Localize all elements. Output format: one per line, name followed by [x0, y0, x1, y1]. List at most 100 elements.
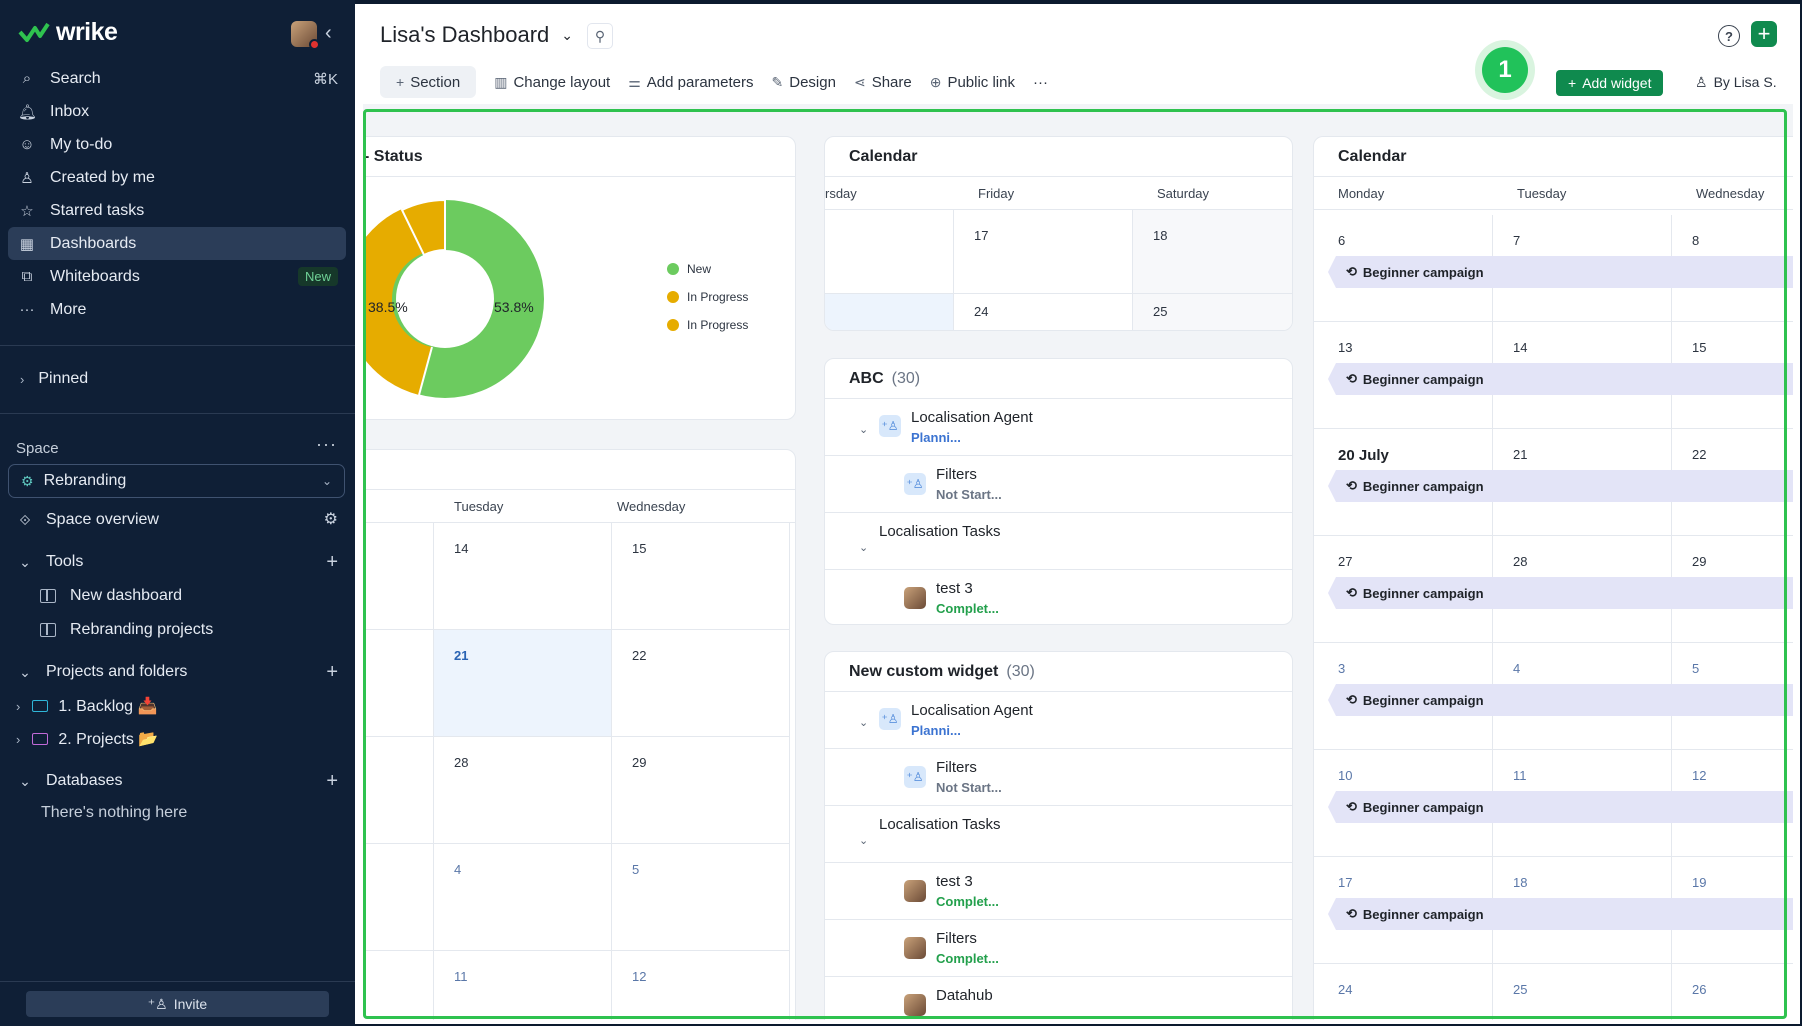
- space-options-icon[interactable]: ···: [316, 434, 337, 455]
- calendar-cell[interactable]: [363, 951, 434, 1020]
- settings-icon[interactable]: ⚙: [324, 512, 338, 528]
- task-row[interactable]: test 3 Complet...: [825, 863, 1292, 920]
- calendar-cell[interactable]: 14: [434, 523, 612, 630]
- task-name[interactable]: Filters: [936, 759, 977, 776]
- event-bar[interactable]: ⟲ Beginner campaign: [1328, 470, 1793, 502]
- nav-my-todo[interactable]: ☺ My to-do: [8, 128, 346, 161]
- event-bar[interactable]: ⟲ Beginner campaign: [1328, 791, 1793, 823]
- help-icon[interactable]: ?: [1718, 25, 1740, 47]
- event-bar[interactable]: ⟲ Beginner campaign: [1328, 256, 1793, 288]
- new-badge: New: [297, 267, 338, 286]
- task-row[interactable]: test 3 Complet...: [825, 570, 1292, 624]
- calendar-cell[interactable]: 28: [434, 737, 612, 844]
- calendar-cell[interactable]: [363, 630, 434, 737]
- nav-created-by-me[interactable]: ♙ Created by me: [8, 161, 346, 194]
- legend-item[interactable]: New: [667, 255, 748, 283]
- status-widget: - Status 38.5% 53.8% New In Progress In …: [363, 136, 796, 420]
- tool-rebranding-projects[interactable]: Rebranding projects: [40, 621, 213, 639]
- calendar-cell-today[interactable]: 21: [434, 630, 612, 737]
- calendar-cell[interactable]: 12: [612, 951, 790, 1020]
- event-bar[interactable]: ⟲ Beginner campaign: [1328, 363, 1793, 395]
- change-layout-button[interactable]: ▥ Change layout: [494, 74, 610, 91]
- task-row[interactable]: Localisation Tasks ⌄: [825, 513, 1292, 570]
- calendar-cell[interactable]: 18: [1133, 210, 1292, 294]
- calendar-cell[interactable]: 25: [1133, 294, 1292, 330]
- user-avatar[interactable]: [291, 21, 320, 50]
- task-name[interactable]: Filters: [936, 930, 977, 947]
- chevron-down-icon[interactable]: ⌄: [859, 716, 868, 729]
- calendar-cell[interactable]: [363, 737, 434, 844]
- project-projects[interactable]: › 2. Projects 📂: [16, 729, 338, 749]
- calendar-cell[interactable]: 4: [434, 844, 612, 951]
- share-button[interactable]: ⋖ Share: [854, 74, 912, 91]
- projects-section[interactable]: ⌄ Projects and folders +: [16, 662, 338, 682]
- task-name[interactable]: Localisation Agent: [911, 702, 1033, 719]
- nav-more[interactable]: ··· More: [8, 293, 346, 326]
- dashboard-title[interactable]: Lisa's Dashboard ⌄: [380, 22, 573, 48]
- tools-section[interactable]: ⌄ Tools +: [16, 552, 338, 572]
- nav-search[interactable]: ⌕ Search ⌘K: [8, 62, 346, 95]
- task-name[interactable]: Localisation Agent: [911, 409, 1033, 426]
- design-button[interactable]: ✎ Design: [772, 74, 836, 91]
- task-name[interactable]: test 3: [936, 580, 973, 597]
- calendar-cell[interactable]: 15: [612, 523, 790, 630]
- task-row[interactable]: ⌄ ⁺♙ Localisation Agent Planni...: [825, 692, 1292, 749]
- calendar-cell[interactable]: 25: [1493, 964, 1672, 1020]
- project-backlog[interactable]: › 1. Backlog 📥: [16, 696, 338, 716]
- task-row[interactable]: ⁺♙ Filters Not Start...: [825, 456, 1292, 513]
- legend-item[interactable]: In Progress: [667, 283, 748, 311]
- nav-dashboards[interactable]: ▦ Dashboards: [8, 227, 346, 260]
- add-tool-icon[interactable]: +: [326, 552, 338, 572]
- tool-new-dashboard[interactable]: New dashboard: [40, 587, 182, 605]
- task-row[interactable]: Filters Complet...: [825, 920, 1292, 977]
- add-section-button[interactable]: + Section: [380, 66, 477, 98]
- add-parameters-button[interactable]: ⚌ Add parameters: [628, 74, 753, 91]
- event-bar[interactable]: ⟲ Beginner campaign: [1328, 577, 1793, 609]
- task-row[interactable]: ⁺♙ Filters Not Start...: [825, 749, 1292, 806]
- calendar-cell[interactable]: [825, 210, 954, 294]
- task-row[interactable]: ⌄ ⁺♙ Localisation Agent Planni...: [825, 399, 1292, 456]
- event-bar[interactable]: ⟲ Beginner campaign: [1328, 898, 1793, 930]
- task-name[interactable]: test 3: [936, 873, 973, 890]
- add-database-icon[interactable]: +: [326, 771, 338, 791]
- calendar-cell[interactable]: 26: [1672, 964, 1793, 1020]
- event-bar[interactable]: ⟲ Beginner campaign: [1328, 684, 1793, 716]
- space-overview[interactable]: ⟐ Space overview ⚙: [16, 511, 338, 529]
- calendar-cell[interactable]: [363, 523, 434, 630]
- calendar-cell[interactable]: 24: [954, 294, 1133, 330]
- invite-button[interactable]: ⁺♙ Invite: [26, 991, 329, 1017]
- task-name[interactable]: Datahub: [936, 987, 993, 1004]
- calendar-cell[interactable]: 5: [612, 844, 790, 951]
- nav-whiteboards[interactable]: ⧉ Whiteboards New: [8, 260, 346, 293]
- add-widget-button[interactable]: + Add widget: [1556, 70, 1664, 96]
- calendar-cell[interactable]: 11: [434, 951, 612, 1020]
- task-row[interactable]: Datahub: [825, 977, 1292, 1020]
- calendar-cell[interactable]: 17: [954, 210, 1133, 294]
- calendar-cell[interactable]: 22: [612, 630, 790, 737]
- task-name[interactable]: Filters: [936, 466, 977, 483]
- task-name[interactable]: Localisation Tasks: [879, 523, 1000, 540]
- wrike-logo[interactable]: wrike: [18, 18, 118, 47]
- calendar-cell[interactable]: [825, 294, 954, 330]
- pin-icon[interactable]: ⚲: [587, 23, 613, 49]
- chevron-down-icon[interactable]: ⌄: [859, 834, 868, 847]
- nav-starred[interactable]: ☆ Starred tasks: [8, 194, 346, 227]
- public-link-button[interactable]: ⊕ Public link: [930, 74, 1015, 91]
- add-project-icon[interactable]: +: [326, 662, 338, 682]
- calendar-cell[interactable]: 24: [1314, 964, 1493, 1020]
- databases-section[interactable]: ⌄ Databases +: [16, 771, 338, 791]
- owner-filter[interactable]: ♙ By Lisa S.: [1695, 74, 1777, 91]
- legend-item[interactable]: In Progress: [667, 311, 748, 339]
- calendar-cell[interactable]: [363, 844, 434, 951]
- space-selector[interactable]: ⚙ Rebranding ⌄: [8, 464, 345, 498]
- chevron-down-icon[interactable]: ⌄: [859, 541, 868, 554]
- pinned-toggle[interactable]: › Pinned: [20, 370, 88, 388]
- task-name[interactable]: Localisation Tasks: [879, 816, 1000, 833]
- create-button[interactable]: +: [1751, 21, 1777, 47]
- calendar-cell[interactable]: 29: [612, 737, 790, 844]
- more-options-button[interactable]: ···: [1033, 74, 1048, 91]
- collapse-sidebar-icon[interactable]: ‹: [325, 22, 332, 45]
- chevron-down-icon[interactable]: ⌄: [859, 423, 868, 436]
- nav-inbox[interactable]: 🔔︎ Inbox: [8, 95, 346, 128]
- task-row[interactable]: Localisation Tasks ⌄: [825, 806, 1292, 863]
